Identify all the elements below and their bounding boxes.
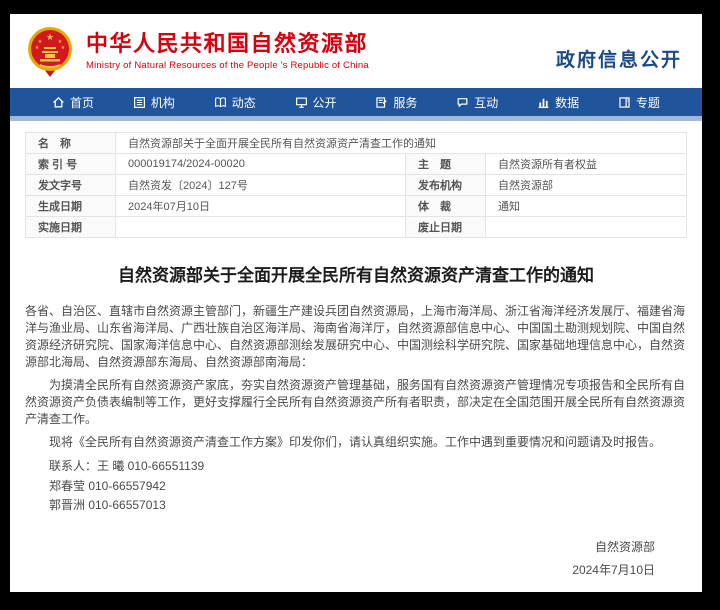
page-title: 自然资源部关于全面开展全民所有自然资源资产清查工作的通知 bbox=[95, 264, 617, 288]
meta-name-label: 名 称 bbox=[26, 133, 116, 154]
meta-issuer-value: 自然资源部 bbox=[486, 175, 687, 196]
data-icon bbox=[537, 96, 550, 109]
meta-subject-value: 自然资源所有者权益 bbox=[486, 154, 687, 175]
nav-label: 动态 bbox=[232, 94, 256, 111]
meta-issuer-label: 发布机构 bbox=[406, 175, 486, 196]
site-subtitle: Ministry of Natural Resources of the Peo… bbox=[86, 60, 369, 71]
nav-item-disclosure[interactable]: 公开 bbox=[295, 94, 337, 111]
table-row: 实施日期 废止日期 bbox=[26, 217, 687, 238]
contact-line-3: 郭晋洲 010-66557013 bbox=[25, 496, 687, 516]
site-title: 中华人民共和国自然资源部 bbox=[86, 31, 369, 57]
meta-genre-label: 体 裁 bbox=[406, 196, 486, 217]
org-icon bbox=[133, 96, 146, 109]
meta-docnum-value: 自然资发〔2024〕127号 bbox=[116, 175, 406, 196]
meta-genre-value: 通知 bbox=[486, 196, 687, 217]
nav-item-service[interactable]: 服务 bbox=[375, 94, 417, 111]
contact-line-2: 郑春莹 010-66557942 bbox=[25, 477, 687, 497]
nav-label: 数据 bbox=[555, 94, 579, 111]
nav-label: 机构 bbox=[151, 94, 175, 111]
meta-created-label: 生成日期 bbox=[26, 196, 116, 217]
nav-label: 首页 bbox=[70, 94, 94, 111]
meta-index-label: 索 引 号 bbox=[26, 154, 116, 175]
gov-info-disclosure-title[interactable]: 政府信息公开 bbox=[556, 45, 682, 72]
nav-item-interaction[interactable]: 互动 bbox=[456, 94, 498, 111]
table-row: 名 称 自然资源部关于全面开展全民所有自然资源资产清查工作的通知 bbox=[26, 133, 687, 154]
meta-impl-value bbox=[116, 217, 406, 238]
main-nav: 首页 机构 动态 公开 服务 互动 数据 专题 bbox=[10, 88, 702, 116]
meta-repeal-label: 废止日期 bbox=[406, 217, 486, 238]
national-emblem-icon: ★ ★ ★ ★ ★ bbox=[26, 25, 74, 77]
disclosure-icon bbox=[295, 96, 308, 109]
nav-label: 互动 bbox=[474, 94, 498, 111]
body-paragraph-2: 现将《全民所有自然资源资产清查工作方案》印发你们，请认真组织实施。工作中遇到重要… bbox=[25, 434, 687, 451]
document-body: 各省、自治区、直辖市自然资源主管部门，新疆生产建设兵团自然资源局，上海市海洋局、… bbox=[25, 303, 687, 516]
meta-docnum-label: 发文字号 bbox=[26, 175, 116, 196]
document-meta-table: 名 称 自然资源部关于全面开展全民所有自然资源资产清查工作的通知 索 引 号 0… bbox=[25, 132, 687, 238]
signature-org: 自然资源部 bbox=[25, 536, 655, 559]
svg-text:★: ★ bbox=[46, 33, 54, 43]
meta-impl-label: 实施日期 bbox=[26, 217, 116, 238]
nav-item-news[interactable]: 动态 bbox=[214, 94, 256, 111]
nav-label: 公开 bbox=[313, 94, 337, 111]
meta-index-value: 000019174/2024-00020 bbox=[116, 154, 406, 175]
body-paragraph-1: 为摸清全民所有自然资源资产家底，夯实自然资源资产管理基础，服务国有自然资源资产管… bbox=[25, 377, 687, 428]
interaction-icon bbox=[456, 96, 469, 109]
recipients-paragraph: 各省、自治区、直辖市自然资源主管部门，新疆生产建设兵团自然资源局，上海市海洋局、… bbox=[25, 303, 687, 371]
topics-icon bbox=[618, 96, 631, 109]
table-row: 发文字号 自然资发〔2024〕127号 发布机构 自然资源部 bbox=[26, 175, 687, 196]
nav-item-home[interactable]: 首页 bbox=[52, 94, 94, 111]
site-header: ★ ★ ★ ★ ★ 中华人民共和国自然资源部 Ministry of Natur… bbox=[10, 14, 702, 88]
nav-item-topics[interactable]: 专题 bbox=[618, 94, 660, 111]
svg-text:★: ★ bbox=[61, 45, 66, 51]
table-row: 索 引 号 000019174/2024-00020 主 题 自然资源所有者权益 bbox=[26, 154, 687, 175]
nav-item-data[interactable]: 数据 bbox=[537, 94, 579, 111]
signature-date: 2024年7月10日 bbox=[25, 559, 655, 582]
table-row: 生成日期 2024年07月10日 体 裁 通知 bbox=[26, 196, 687, 217]
signature-block: 自然资源部 2024年7月10日 bbox=[25, 536, 687, 582]
home-icon bbox=[52, 96, 65, 109]
svg-text:★: ★ bbox=[35, 45, 40, 51]
nav-label: 专题 bbox=[636, 94, 660, 111]
news-icon bbox=[214, 96, 227, 109]
contact-line-1: 联系人：王 曦 010-66551139 bbox=[25, 457, 687, 477]
meta-created-value: 2024年07月10日 bbox=[116, 196, 406, 217]
page: ★ ★ ★ ★ ★ 中华人民共和国自然资源部 Ministry of Natur… bbox=[10, 14, 702, 592]
meta-name-value: 自然资源部关于全面开展全民所有自然资源资产清查工作的通知 bbox=[116, 133, 687, 154]
nav-bottom-strip bbox=[10, 116, 702, 121]
meta-subject-label: 主 题 bbox=[406, 154, 486, 175]
nav-label: 服务 bbox=[393, 94, 417, 111]
meta-repeal-value bbox=[486, 217, 687, 238]
nav-item-org[interactable]: 机构 bbox=[133, 94, 175, 111]
service-icon bbox=[375, 96, 388, 109]
